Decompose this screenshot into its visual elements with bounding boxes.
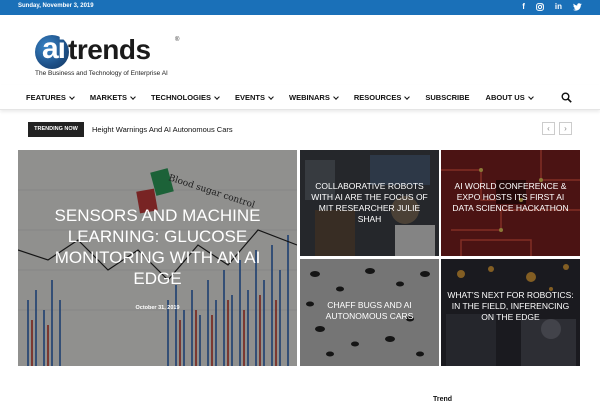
logo-tagline: The Business and Technology of Enterpris… — [35, 70, 168, 77]
linkedin-icon[interactable]: in — [555, 2, 562, 12]
nav-item-markets[interactable]: MARKETS — [90, 93, 136, 102]
trending-arrows: ‹ › — [542, 122, 572, 135]
featured-main-title[interactable]: Sensors and Machine Learning: Glucose Mo… — [38, 205, 277, 289]
logo-ai-text: ai — [42, 32, 66, 65]
logo-trends-text: trends — [68, 34, 151, 65]
featured-main-date: October 31, 2019 — [135, 305, 180, 311]
featured-tile-cobots[interactable]: Collaborative Robots with AI are the Foc… — [300, 150, 439, 256]
nav-item-webinars[interactable]: WEBINARS — [289, 93, 339, 102]
nav-item-technologies[interactable]: TECHNOLOGIES — [151, 93, 220, 102]
featured-tile-robotics-edge[interactable]: What’s Next for Robotics: In the Field, … — [441, 259, 580, 366]
registered-mark: ® — [175, 37, 180, 43]
chevron-down-icon — [404, 93, 411, 100]
nav-item-events[interactable]: EVENTS — [235, 93, 274, 102]
nav-item-about-us[interactable]: ABOUT US — [486, 93, 534, 102]
facebook-icon[interactable]: f — [522, 2, 525, 12]
top-bar: Sunday, November 3, 2019 f in — [0, 0, 600, 15]
tile-title[interactable]: AI World Conference & Expo Hosts Its Fir… — [447, 181, 574, 214]
chevron-down-icon — [214, 93, 220, 100]
main-navigation: FEATURES MARKETS TECHNOLOGIES EVENTS WEB… — [0, 85, 600, 110]
trending-label: TRENDING NOW — [28, 122, 84, 137]
twitter-icon[interactable] — [573, 3, 582, 11]
featured-main-article[interactable]: Blood sugar control Sensors and Machine … — [18, 150, 297, 366]
nav-item-resources[interactable]: RESOURCES — [354, 93, 411, 102]
chevron-down-icon — [268, 93, 274, 100]
social-links: f in — [522, 2, 582, 12]
chevron-left-icon[interactable]: ‹ — [542, 122, 555, 135]
site-header: ai trends ® The Business and Technology … — [0, 15, 600, 85]
chevron-down-icon — [69, 93, 75, 100]
featured-grid: Blood sugar control Sensors and Machine … — [18, 150, 580, 366]
featured-tile-hackathon[interactable]: AI World Conference & Expo Hosts Its Fir… — [441, 150, 580, 256]
chevron-down-icon — [527, 93, 534, 100]
search-icon[interactable] — [561, 92, 572, 103]
chevron-down-icon — [130, 93, 136, 100]
trending-bar: TRENDING NOW Height Warnings And AI Auto… — [28, 122, 572, 138]
chevron-down-icon — [333, 93, 339, 100]
nav-item-subscribe[interactable]: SUBSCRIBE — [425, 93, 469, 102]
tile-title[interactable]: What’s Next for Robotics: In the Field, … — [447, 290, 574, 323]
current-date: Sunday, November 3, 2019 — [18, 3, 94, 9]
aitrends-logo[interactable]: ai trends ® The Business and Technology … — [35, 33, 185, 79]
nav-item-features[interactable]: FEATURES — [26, 93, 75, 102]
instagram-icon[interactable] — [535, 3, 544, 11]
tile-title[interactable]: Chaff Bugs and AI Autonomous Cars — [306, 300, 433, 322]
tile-title[interactable]: Collaborative Robots with AI are the Foc… — [306, 181, 433, 225]
trending-headline-link[interactable]: Height Warnings And AI Autonomous Cars — [92, 125, 233, 134]
chevron-right-icon[interactable]: › — [559, 122, 572, 135]
featured-tile-chaff-bugs[interactable]: Chaff Bugs and AI Autonomous Cars — [300, 259, 439, 366]
